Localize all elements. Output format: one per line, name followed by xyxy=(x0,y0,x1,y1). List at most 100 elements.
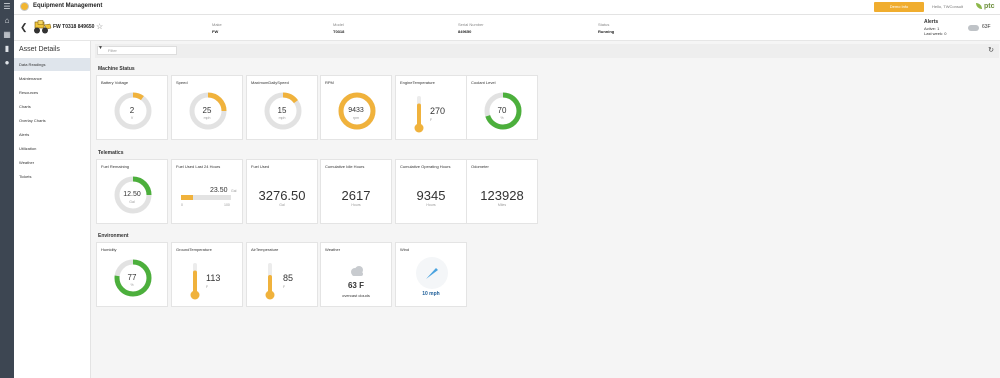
section-telematics: Telematics xyxy=(98,150,124,156)
header-temperature: 63F xyxy=(982,24,991,30)
thermo-fill xyxy=(268,275,272,293)
weather-temp: 63 F xyxy=(347,281,364,290)
speed-card: Speed 25 mph xyxy=(171,75,243,140)
card-unit: % xyxy=(130,283,134,287)
app-logo-icon xyxy=(20,2,29,11)
back-icon[interactable]: ❮ xyxy=(20,22,28,33)
filter-funnel-icon: ▼ xyxy=(98,45,103,51)
card-value: 113 xyxy=(206,273,221,283)
card-label: AirTemperature xyxy=(251,247,279,252)
grid-icon[interactable]: ▦ xyxy=(3,31,11,39)
section-machine-status: Machine Status xyxy=(98,66,135,72)
brand-label: ptc xyxy=(984,3,995,10)
thermo-fill xyxy=(417,103,421,126)
filter-input[interactable]: Filter xyxy=(97,46,177,55)
card-label: Cumulative Idle Hours xyxy=(325,164,365,169)
card-label: Cumulative Operating Hours xyxy=(400,164,451,169)
air-thermometer-icon xyxy=(265,263,275,300)
card-unit: Gal xyxy=(129,200,135,204)
card-unit: mph xyxy=(203,116,211,120)
top-bar: Equipment Management Demo Info Hello, TW… xyxy=(14,0,1000,15)
max-daily-speed-card: MaximumDailySpeed 15 mph xyxy=(246,75,318,140)
ground-temperature-card: GroundTemperature 113 F xyxy=(171,242,243,307)
card-label: RPM xyxy=(325,80,334,85)
nav-item-weather[interactable]: Weather xyxy=(14,156,90,169)
air-temperature-card: AirTemperature 85 F xyxy=(246,242,318,307)
thermo-bulb xyxy=(265,290,275,300)
refresh-icon[interactable]: ↻ xyxy=(988,46,994,54)
wind-speed: 10 mph xyxy=(422,291,440,297)
serial-label: Serial Number xyxy=(458,22,484,27)
nav-item-resources[interactable]: Resources xyxy=(14,86,90,99)
fuel-24h-bar-fill xyxy=(181,195,193,200)
filter-bar: Filter ▼ ↻ xyxy=(95,44,999,58)
status-label: Status xyxy=(598,22,610,27)
card-label: EngineTemperature xyxy=(400,80,435,85)
card-label: MaximumDailySpeed xyxy=(251,80,289,85)
cloud-icon xyxy=(351,266,363,276)
make-value: FW xyxy=(212,29,219,34)
card-value: 2617 xyxy=(341,188,371,203)
card-label: Fuel Remaining xyxy=(101,164,130,169)
make-field: Make FW xyxy=(212,22,222,34)
battery-voltage-card: Battery Voltage 2 V xyxy=(96,75,168,140)
odometer-card: Odometer 123928 Miles xyxy=(466,159,538,224)
bar-min: 0 xyxy=(181,203,183,207)
demo-info-button[interactable]: Demo Info xyxy=(874,2,924,12)
nav-item-tickets[interactable]: Tickets xyxy=(14,170,90,183)
alerts-title: Alerts xyxy=(924,19,939,25)
nav-item-alerts[interactable]: Alerts xyxy=(14,128,90,141)
model-field: Model T0318 xyxy=(333,22,344,34)
model-value: T0318 xyxy=(333,29,345,34)
home-icon[interactable]: ⌂ xyxy=(3,17,11,25)
brand-logo: ptc xyxy=(976,3,995,10)
section-environment: Environment xyxy=(98,233,129,239)
favorite-star-icon[interactable]: ☆ xyxy=(96,22,103,31)
card-value: 70 xyxy=(497,106,507,115)
chart-icon[interactable]: ▮ xyxy=(3,45,11,53)
fuel-used-card: Fuel Used 3276.50 Gal xyxy=(246,159,318,224)
ground-thermometer-icon xyxy=(190,263,200,300)
model-label: Model xyxy=(333,22,344,27)
card-label: Fuel Used xyxy=(251,164,270,169)
humidity-card: Humidity 77 % xyxy=(96,242,168,307)
card-value: 23.50 xyxy=(210,187,228,194)
card-unit: V xyxy=(130,116,134,120)
coolant-level-card: Coolant Level 70 % xyxy=(466,75,538,140)
weather-desc: overcast clouds xyxy=(342,293,370,298)
menu-icon[interactable]: ☰ xyxy=(3,3,11,11)
left-rail: ☰ ⌂ ▦ ▮ ● xyxy=(0,0,14,378)
nav-item-overlay-charts[interactable]: Overlay Charts xyxy=(14,114,90,127)
loader-machine-icon xyxy=(34,20,52,34)
card-unit: F xyxy=(430,118,433,122)
card-value: 15 xyxy=(277,106,287,115)
card-value: 25 xyxy=(202,106,212,115)
nav-item-data-readings[interactable]: Data Readings xyxy=(14,58,90,71)
card-label: Battery Voltage xyxy=(101,80,129,85)
nav-item-charts[interactable]: Charts xyxy=(14,100,90,113)
status-value: Running xyxy=(598,29,615,34)
alerts-summary[interactable]: Alerts Active: 1 Last week: 0 xyxy=(924,19,946,36)
leaf-icon xyxy=(976,3,982,9)
card-value: 2 xyxy=(129,106,135,115)
card-label: Weather xyxy=(325,247,341,252)
nav-item-utilization[interactable]: Utilization xyxy=(14,142,90,155)
card-value: 123928 xyxy=(480,188,524,203)
card-unit: Hours xyxy=(426,203,436,207)
nav-title: Asset Details xyxy=(19,46,60,53)
engine-temperature-card: EngineTemperature 270 F xyxy=(395,75,467,140)
thermo-bulb xyxy=(190,290,200,300)
bell-icon[interactable]: ● xyxy=(3,59,11,67)
app-title: Equipment Management xyxy=(33,3,103,9)
card-value: 77 xyxy=(127,273,137,282)
thermo-fill xyxy=(193,270,197,293)
card-unit: Gal xyxy=(279,203,285,207)
card-value: 12.50 xyxy=(123,191,141,198)
cumulative-operating-hours-card: Cumulative Operating Hours 9345 Hours xyxy=(395,159,467,224)
card-label: Speed xyxy=(176,80,188,85)
fuel-used-24h-card: Fuel Used Last 24 Hours 23.50 Gal 0 100 xyxy=(171,159,243,224)
card-unit: F xyxy=(206,285,209,289)
nav-item-maintenance[interactable]: Maintenance xyxy=(14,72,90,85)
card-unit: % xyxy=(500,116,504,120)
cloud-icon xyxy=(968,25,979,31)
